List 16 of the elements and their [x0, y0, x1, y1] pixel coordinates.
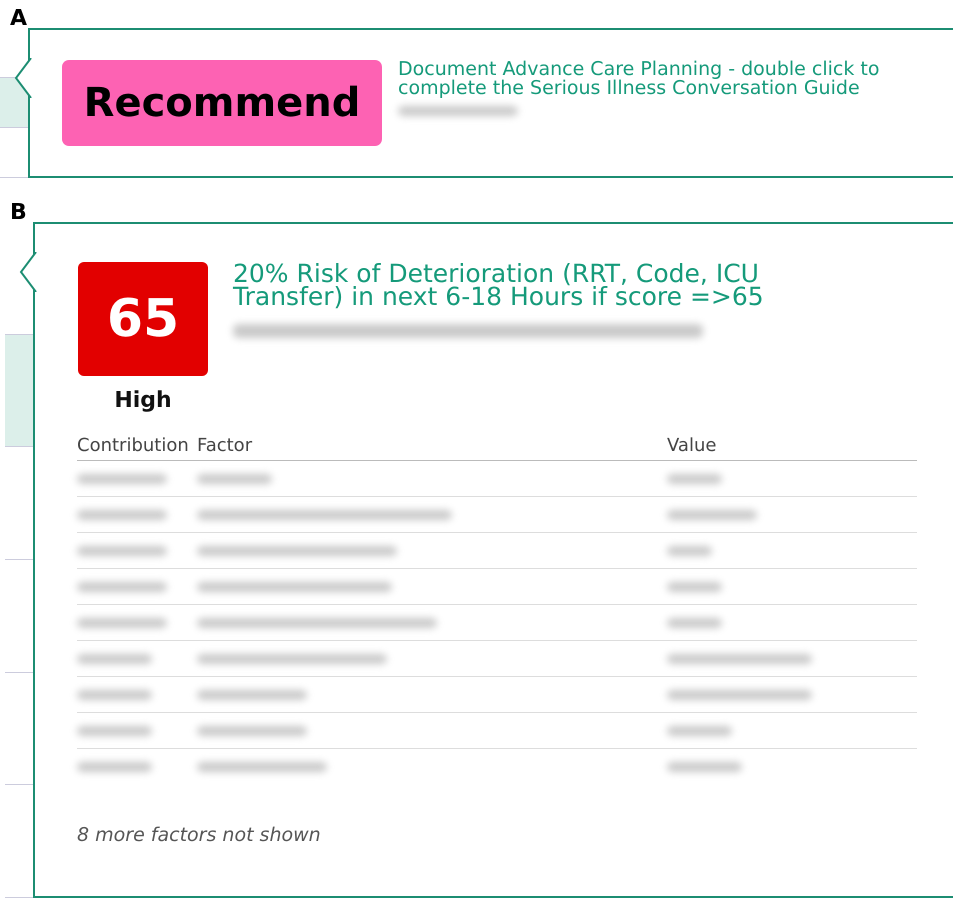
column-header: Factor	[197, 435, 252, 456]
more-factors-note: 8 more factors not shown	[77, 824, 322, 846]
blurred-text	[667, 546, 712, 556]
blurred-text	[667, 618, 722, 628]
risk-level: High	[114, 388, 172, 413]
recommend-badge: Recommend	[62, 60, 382, 146]
score-badge: 65	[78, 262, 208, 376]
panel-label: A	[9, 5, 28, 28]
column-header: Contribution	[77, 435, 189, 456]
risk-link[interactable]: 20% Risk of Deterioration (RRT, Code, ICU Transfer) in next 6-18 Hours if score =>65	[233, 262, 833, 308]
blurred-text	[667, 474, 722, 484]
column-header: Value	[667, 435, 716, 456]
action-link[interactable]: Document Advance Care Planning - double click to complete the Serious Illness Conversation Guide	[398, 60, 938, 98]
blurred-text	[667, 726, 732, 736]
blurred-text	[667, 582, 722, 592]
panel-label: B	[9, 199, 27, 222]
